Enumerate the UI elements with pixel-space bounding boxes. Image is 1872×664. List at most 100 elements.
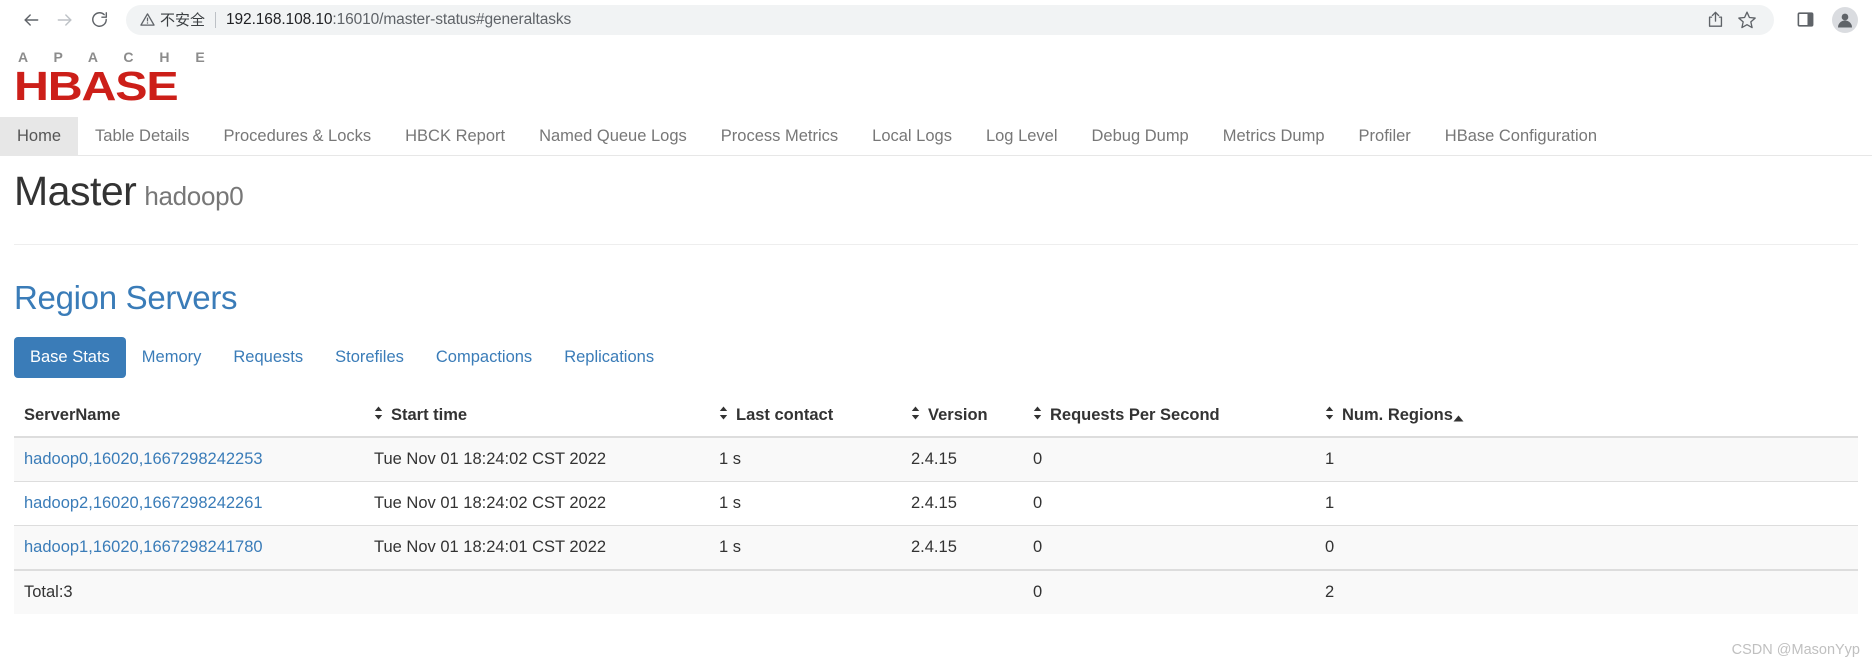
cell-total-last-contact bbox=[709, 569, 901, 614]
cell-total-version bbox=[901, 569, 1023, 614]
reload-icon bbox=[90, 10, 109, 29]
security-status-label: 不安全 bbox=[160, 11, 206, 29]
table-body: hadoop0,16020,1667298242253 Tue Nov 01 1… bbox=[14, 436, 1858, 614]
cell-servername[interactable]: hadoop0,16020,1667298242253 bbox=[14, 436, 364, 482]
nav-item-procedures-locks[interactable]: Procedures & Locks bbox=[206, 117, 388, 155]
column-header-version[interactable]: Version bbox=[901, 395, 1023, 438]
sort-ascending-icon bbox=[1453, 408, 1464, 427]
nav-item-hbck-report[interactable]: HBCK Report bbox=[388, 117, 522, 155]
browser-right-controls bbox=[1782, 5, 1858, 35]
omnibox-actions bbox=[1686, 7, 1760, 33]
table-header-row: ServerName Start time Last contact Versi… bbox=[14, 395, 1858, 438]
region-servers-table: ServerName Start time Last contact Versi… bbox=[14, 395, 1858, 614]
table-total-row: Total:3 0 2 bbox=[14, 569, 1858, 614]
cell-servername[interactable]: hadoop2,16020,1667298242261 bbox=[14, 481, 364, 526]
column-label-start-time: Start time bbox=[391, 406, 468, 424]
nav-item-metrics-dump[interactable]: Metrics Dump bbox=[1206, 117, 1342, 155]
sort-both-icon bbox=[1325, 406, 1334, 425]
cell-start-time: Tue Nov 01 18:24:02 CST 2022 bbox=[364, 481, 709, 526]
tab-replications[interactable]: Replications bbox=[548, 337, 670, 378]
forward-button[interactable] bbox=[48, 3, 82, 37]
cell-version: 2.4.15 bbox=[901, 436, 1023, 482]
column-header-servername[interactable]: ServerName bbox=[14, 395, 364, 438]
tab-requests[interactable]: Requests bbox=[217, 337, 319, 378]
omnibox-divider bbox=[215, 11, 217, 28]
reload-button[interactable] bbox=[82, 3, 116, 37]
cell-total-num-regions: 2 bbox=[1315, 569, 1858, 614]
tab-memory[interactable]: Memory bbox=[126, 337, 218, 378]
column-label-version: Version bbox=[928, 406, 988, 424]
cell-last-contact: 1 s bbox=[709, 436, 901, 482]
cell-total-label: Total:3 bbox=[14, 569, 364, 614]
cell-total-start-time bbox=[364, 569, 709, 614]
logo-hbase-text: HBASE bbox=[14, 63, 179, 109]
nav-item-named-queue-logs[interactable]: Named Queue Logs bbox=[522, 117, 704, 155]
cell-version: 2.4.15 bbox=[901, 481, 1023, 526]
profile-avatar-icon[interactable] bbox=[1832, 6, 1858, 33]
cell-servername[interactable]: hadoop1,16020,1667298241780 bbox=[14, 525, 364, 570]
main-navigation: Home Table Details Procedures & Locks HB… bbox=[0, 117, 1872, 156]
cell-num-regions: 0 bbox=[1315, 525, 1858, 570]
warning-triangle-icon[interactable] bbox=[140, 12, 155, 27]
tab-storefiles[interactable]: Storefiles bbox=[319, 337, 420, 378]
server-link[interactable]: hadoop2,16020,1667298242261 bbox=[24, 494, 263, 512]
cell-requests-per-second: 0 bbox=[1023, 525, 1315, 570]
cell-num-regions: 1 bbox=[1315, 481, 1858, 526]
column-label-requests-per-second: Requests Per Second bbox=[1050, 406, 1220, 424]
page-title: Master bbox=[14, 168, 137, 214]
hbase-logo[interactable]: A P A C H E HBASE bbox=[0, 40, 1872, 113]
cell-last-contact: 1 s bbox=[709, 525, 901, 570]
cell-version: 2.4.15 bbox=[901, 525, 1023, 570]
server-link[interactable]: hadoop1,16020,1667298241780 bbox=[24, 538, 263, 556]
arrow-right-icon bbox=[55, 10, 75, 30]
star-icon[interactable] bbox=[1734, 7, 1760, 33]
side-panel-icon[interactable] bbox=[1790, 5, 1820, 35]
column-header-start-time[interactable]: Start time bbox=[364, 395, 709, 438]
region-servers-title: Region Servers bbox=[14, 279, 238, 316]
table-header: ServerName Start time Last contact Versi… bbox=[14, 395, 1858, 438]
nav-item-table-details[interactable]: Table Details bbox=[78, 117, 206, 155]
share-icon[interactable] bbox=[1702, 7, 1728, 33]
table-row[interactable]: hadoop2,16020,1667298242261 Tue Nov 01 1… bbox=[14, 481, 1858, 526]
cell-num-regions: 1 bbox=[1315, 436, 1858, 482]
column-header-num-regions[interactable]: Num. Regions bbox=[1315, 395, 1858, 438]
column-header-requests-per-second[interactable]: Requests Per Second bbox=[1023, 395, 1315, 438]
nav-item-local-logs[interactable]: Local Logs bbox=[855, 117, 969, 155]
column-label-num-regions: Num. Regions bbox=[1342, 406, 1453, 424]
nav-item-home[interactable]: Home bbox=[0, 117, 79, 155]
nav-item-process-metrics[interactable]: Process Metrics bbox=[704, 117, 855, 155]
sort-both-icon bbox=[911, 406, 920, 425]
server-link[interactable]: hadoop0,16020,1667298242253 bbox=[24, 450, 263, 468]
table-row[interactable]: hadoop0,16020,1667298242253 Tue Nov 01 1… bbox=[14, 436, 1858, 482]
url-text[interactable]: 192.168.108.10:16010/master-status#gener… bbox=[226, 11, 571, 29]
nav-item-profiler[interactable]: Profiler bbox=[1342, 117, 1428, 155]
column-header-last-contact[interactable]: Last contact bbox=[709, 395, 901, 438]
header-divider bbox=[14, 244, 1858, 245]
nav-item-debug-dump[interactable]: Debug Dump bbox=[1075, 117, 1206, 155]
watermark: CSDN @MasonYyp bbox=[1731, 642, 1860, 658]
back-button[interactable] bbox=[14, 3, 48, 37]
tab-base-stats[interactable]: Base Stats bbox=[14, 337, 126, 378]
cell-requests-per-second: 0 bbox=[1023, 436, 1315, 482]
cell-total-requests-per-second: 0 bbox=[1023, 569, 1315, 614]
nav-item-hbase-configuration[interactable]: HBase Configuration bbox=[1428, 117, 1614, 155]
cell-start-time: Tue Nov 01 18:24:02 CST 2022 bbox=[364, 436, 709, 482]
arrow-left-icon bbox=[21, 10, 41, 30]
sort-both-icon bbox=[719, 406, 728, 425]
master-hostname: hadoop0 bbox=[144, 181, 244, 211]
region-servers-tabs: Base Stats Memory Requests Storefiles Co… bbox=[14, 337, 1872, 378]
sort-both-icon bbox=[374, 406, 383, 425]
browser-toolbar: 不安全 192.168.108.10:16010/master-status#g… bbox=[0, 0, 1872, 40]
logo-apache-text: A P A C H E bbox=[18, 49, 216, 65]
cell-last-contact: 1 s bbox=[709, 481, 901, 526]
page-body: A P A C H E HBASE Home Table Details Pro… bbox=[0, 40, 1872, 664]
cell-start-time: Tue Nov 01 18:24:01 CST 2022 bbox=[364, 525, 709, 570]
table-row[interactable]: hadoop1,16020,1667298241780 Tue Nov 01 1… bbox=[14, 525, 1858, 570]
column-label-servername: ServerName bbox=[24, 406, 121, 424]
nav-item-log-level[interactable]: Log Level bbox=[969, 117, 1075, 155]
address-bar[interactable]: 不安全 192.168.108.10:16010/master-status#g… bbox=[126, 4, 1774, 35]
sort-both-icon bbox=[1033, 406, 1042, 425]
master-header: Master hadoop0 bbox=[0, 156, 1872, 215]
tab-compactions[interactable]: Compactions bbox=[420, 337, 548, 378]
column-label-last-contact: Last contact bbox=[736, 406, 834, 424]
